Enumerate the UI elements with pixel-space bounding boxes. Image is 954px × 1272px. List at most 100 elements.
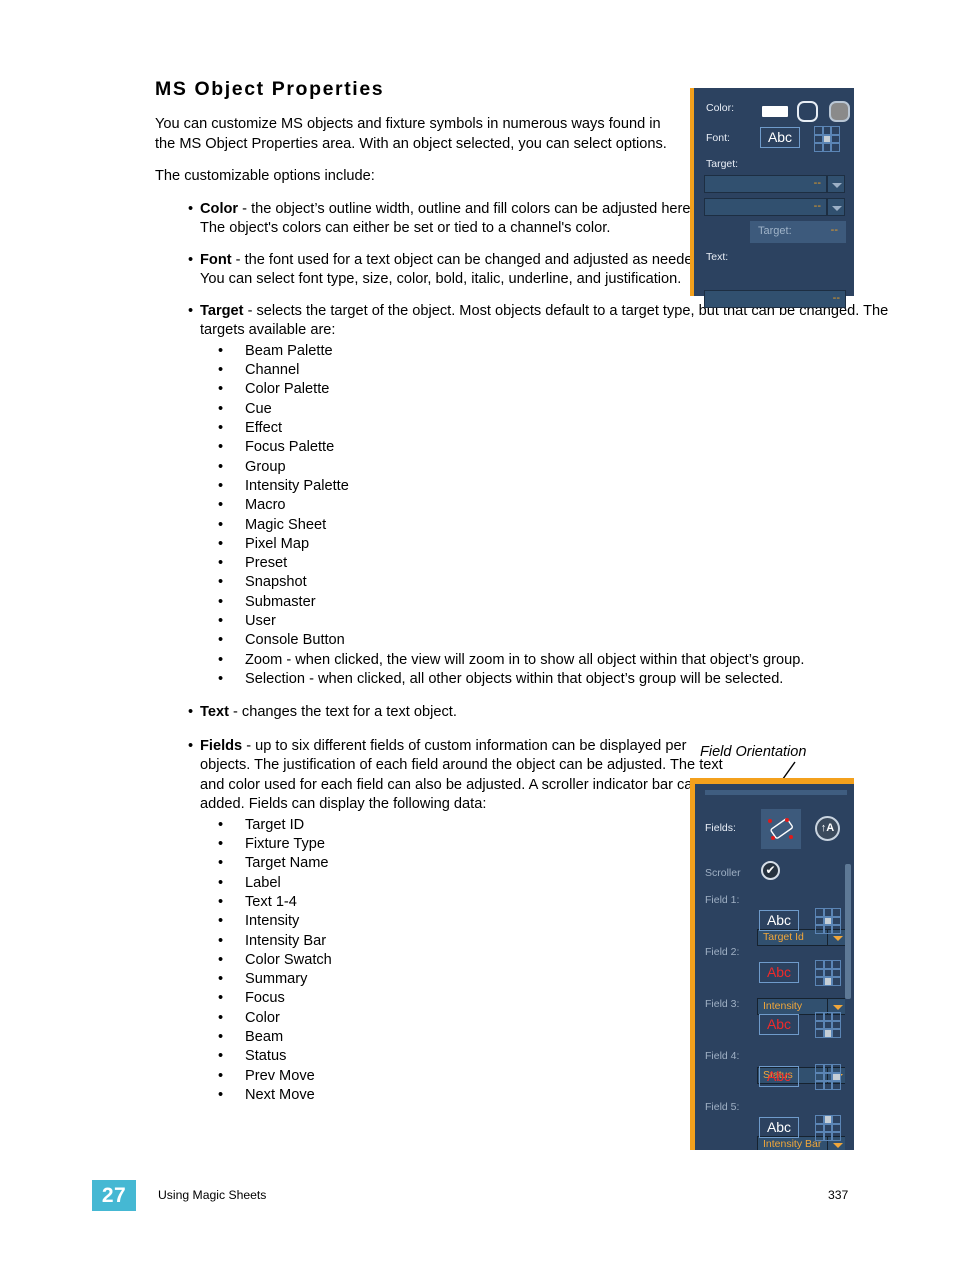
just-cell[interactable] xyxy=(832,960,841,969)
field-1-label: Field 1: xyxy=(705,894,740,906)
field-4-justification-grid[interactable] xyxy=(815,1064,841,1090)
just-cell[interactable] xyxy=(832,925,841,934)
font-sample-button[interactable]: Abc xyxy=(760,127,800,148)
just-cell[interactable] xyxy=(815,977,824,986)
list-item: Selection - when clicked, all other obje… xyxy=(200,670,855,690)
just-cell[interactable] xyxy=(831,134,840,144)
just-cell[interactable] xyxy=(815,908,824,917)
just-cell[interactable] xyxy=(823,1012,833,1021)
chevron-down-icon[interactable] xyxy=(827,175,845,193)
just-cell[interactable] xyxy=(815,1029,824,1038)
just-cell[interactable] xyxy=(814,126,823,135)
just-cell-active[interactable] xyxy=(823,1115,833,1124)
just-cell[interactable] xyxy=(831,143,840,152)
just-cell[interactable] xyxy=(832,1115,841,1124)
chevron-down-icon[interactable] xyxy=(833,1005,843,1010)
target-chip[interactable]: Target: -- xyxy=(750,221,846,243)
chevron-down-icon[interactable] xyxy=(833,1143,843,1148)
target-select-row-2[interactable]: -- xyxy=(704,198,846,216)
orientation-dot xyxy=(768,819,772,823)
field-1-justification-grid[interactable] xyxy=(815,908,841,934)
just-cell[interactable] xyxy=(823,1081,833,1090)
text-value: -- xyxy=(832,292,840,304)
just-cell[interactable] xyxy=(815,1012,824,1021)
just-cell[interactable] xyxy=(815,1020,824,1030)
text-align-button[interactable]: ↑A xyxy=(815,816,840,841)
color-label: Color: xyxy=(706,102,735,114)
just-cell-active[interactable] xyxy=(832,1072,841,1082)
field-1-text-sample[interactable]: Abc xyxy=(759,910,799,931)
just-cell[interactable] xyxy=(815,925,824,934)
fill-color-swatch[interactable] xyxy=(829,101,850,122)
just-cell[interactable] xyxy=(823,1072,833,1082)
just-cell[interactable] xyxy=(823,908,833,917)
just-cell-active[interactable] xyxy=(823,1029,833,1038)
just-cell[interactable] xyxy=(832,1029,841,1038)
just-cell[interactable] xyxy=(832,1020,841,1030)
field-2-justification-grid[interactable] xyxy=(815,960,841,986)
just-cell[interactable] xyxy=(823,925,833,934)
just-cell[interactable] xyxy=(815,1081,824,1090)
just-cell[interactable] xyxy=(814,134,823,144)
outline-width-swatch[interactable] xyxy=(762,106,788,117)
scroller-label: Scroller xyxy=(705,867,741,879)
field-3-justification-grid[interactable] xyxy=(815,1012,841,1038)
just-cell[interactable] xyxy=(831,126,840,135)
option-text-term: Text xyxy=(200,704,229,721)
target-select-row-1[interactable]: -- xyxy=(704,175,846,193)
text-input[interactable]: -- xyxy=(704,290,846,308)
just-cell[interactable] xyxy=(823,960,833,969)
just-cell-active[interactable] xyxy=(823,916,833,926)
just-cell[interactable] xyxy=(815,968,824,978)
just-cell[interactable] xyxy=(832,916,841,926)
orientation-dot xyxy=(789,835,793,839)
just-cell[interactable] xyxy=(832,1012,841,1021)
just-cell[interactable] xyxy=(822,126,832,135)
field-5-text-sample[interactable]: Abc xyxy=(759,1117,799,1138)
just-cell[interactable] xyxy=(823,1123,833,1133)
just-cell[interactable] xyxy=(815,960,824,969)
scroller-checkbox[interactable]: ✔ xyxy=(761,861,780,880)
just-cell[interactable] xyxy=(815,916,824,926)
option-color-text: - the object’s outline width, outline an… xyxy=(200,200,695,237)
fields-scrollbar-thumb[interactable] xyxy=(845,864,851,999)
just-cell[interactable] xyxy=(823,1020,833,1030)
chevron-down-icon[interactable] xyxy=(827,198,845,216)
font-justification-grid[interactable] xyxy=(814,126,840,152)
just-cell-active[interactable] xyxy=(823,977,833,986)
just-cell[interactable] xyxy=(815,1072,824,1082)
list-item: Macro xyxy=(200,496,855,516)
field-2-text-sample[interactable]: Abc xyxy=(759,962,799,983)
chevron-down-icon[interactable] xyxy=(833,936,843,941)
just-cell[interactable] xyxy=(823,1064,833,1073)
just-cell[interactable] xyxy=(832,977,841,986)
just-cell[interactable] xyxy=(832,908,841,917)
just-cell[interactable] xyxy=(832,1132,841,1141)
just-cell[interactable] xyxy=(822,143,832,152)
field-4-text-sample[interactable]: Abc xyxy=(759,1066,799,1087)
just-cell[interactable] xyxy=(832,1081,841,1090)
panel-title-bar xyxy=(705,790,847,795)
target-options-list: Beam Palette Channel Color Palette Cue E… xyxy=(200,342,855,690)
just-cell[interactable] xyxy=(815,1064,824,1073)
just-cell[interactable] xyxy=(832,1123,841,1133)
field-5-justification-grid[interactable] xyxy=(815,1115,841,1141)
target-select-1[interactable]: -- xyxy=(704,175,827,193)
just-cell[interactable] xyxy=(823,968,833,978)
field-2-label: Field 2: xyxy=(705,946,740,958)
target-select-2[interactable]: -- xyxy=(704,198,827,216)
text-label: Text: xyxy=(706,251,729,263)
field-orientation-widget[interactable] xyxy=(761,809,801,849)
just-cell[interactable] xyxy=(832,968,841,978)
field-3-text-sample[interactable]: Abc xyxy=(759,1014,799,1035)
chapter-badge: 27 xyxy=(92,1180,136,1211)
just-cell[interactable] xyxy=(823,1132,833,1141)
just-cell[interactable] xyxy=(815,1132,824,1141)
just-cell[interactable] xyxy=(814,143,823,152)
option-font-text: - the font used for a text object can be… xyxy=(200,251,738,288)
outline-color-swatch[interactable] xyxy=(797,101,818,122)
just-cell[interactable] xyxy=(832,1064,841,1073)
just-cell-active[interactable] xyxy=(822,134,832,144)
just-cell[interactable] xyxy=(815,1115,824,1124)
just-cell[interactable] xyxy=(815,1123,824,1133)
